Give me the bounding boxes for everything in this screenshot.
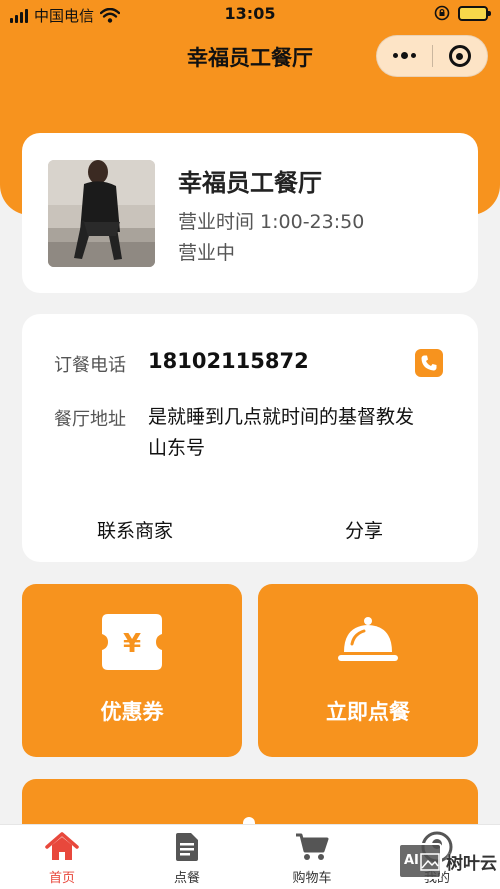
tab-order[interactable]: 点餐: [147, 831, 227, 886]
order-now-label: 立即点餐: [326, 700, 410, 724]
target-icon: [448, 45, 471, 67]
battery-icon: [458, 5, 491, 21]
watermark-badge: AI: [404, 853, 419, 868]
cart-icon: [296, 833, 329, 860]
tab-order-label: 点餐: [173, 871, 200, 886]
shop-hours: 营业时间 1:00-23:50: [178, 211, 365, 233]
watermark-text: 树叶云: [446, 854, 497, 874]
phone-number[interactable]: 18102115872: [148, 349, 309, 373]
home-icon: [45, 832, 79, 860]
tab-home-label: 首页: [48, 871, 75, 886]
status-time: 13:05: [224, 4, 276, 23]
coupon-symbol: ¥: [123, 629, 141, 659]
watermark: AI 树叶云: [398, 839, 498, 885]
phone-label: 订餐电话: [54, 355, 126, 376]
shop-card: 幸福员工餐厅 营业时间 1:00-23:50 营业中: [22, 133, 478, 293]
address-label: 餐厅地址: [54, 409, 126, 430]
contact-merchant-button[interactable]: 联系商家: [97, 516, 173, 543]
tab-cart-label: 购物车: [292, 871, 332, 886]
shop-avatar: [48, 160, 155, 267]
close-miniprogram-button[interactable]: [433, 36, 488, 76]
navigation-bar: 幸福员工餐厅: [0, 30, 500, 82]
coupon-tile[interactable]: ¥ 优惠券: [22, 584, 242, 757]
coupon-icon: ¥: [102, 614, 162, 670]
order-icon: [176, 833, 198, 861]
order-now-tile[interactable]: 立即点餐: [258, 584, 478, 757]
status-bar: 中国电信 13:05: [0, 0, 500, 28]
phone-icon[interactable]: [415, 349, 443, 377]
orientation-lock-icon: [434, 5, 450, 21]
info-card: 订餐电话 18102115872 餐厅地址 是就睡到几点就时间的基督教发山东号 …: [22, 314, 478, 562]
more-button[interactable]: [377, 36, 432, 76]
tab-home[interactable]: 首页: [22, 831, 102, 886]
food-cloche-icon: [338, 617, 398, 661]
address-value: 是就睡到几点就时间的基督教发山东号: [148, 406, 415, 459]
share-button[interactable]: 分享: [345, 516, 383, 543]
miniprogram-capsule: [376, 35, 488, 77]
more-icon: [392, 52, 416, 59]
tab-cart[interactable]: 购物车: [272, 831, 352, 886]
shop-name: 幸福员工餐厅: [178, 169, 322, 197]
coupon-label: 优惠券: [100, 700, 164, 724]
watermark-logo: AI: [398, 843, 442, 879]
shop-status: 营业中: [178, 242, 236, 264]
